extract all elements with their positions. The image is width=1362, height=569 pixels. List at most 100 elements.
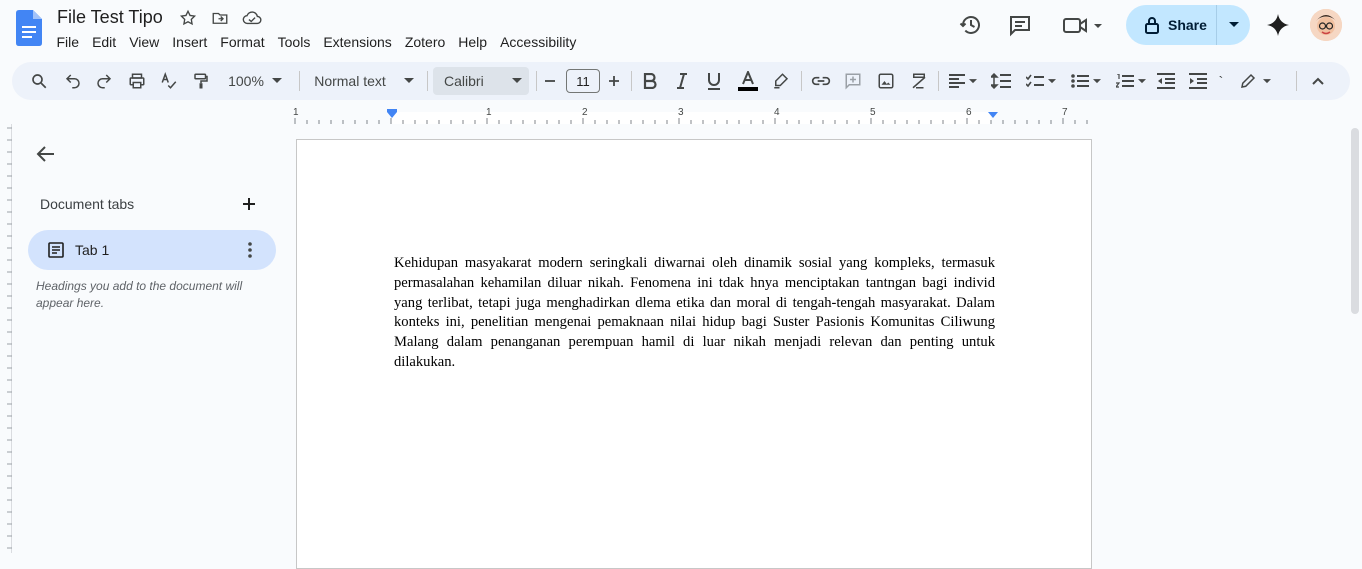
share-dropdown-icon[interactable] <box>1217 22 1250 28</box>
scrollbar[interactable] <box>1348 124 1362 553</box>
checklist-icon <box>1026 74 1044 88</box>
decrease-indent-icon[interactable] <box>1155 62 1177 100</box>
increase-indent-icon[interactable] <box>1187 62 1209 100</box>
clear-formatting-icon[interactable] <box>908 62 930 100</box>
document-title[interactable]: File Test Tipo <box>57 7 163 28</box>
back-arrow-icon[interactable] <box>34 142 58 166</box>
checklist-menu[interactable] <box>1022 62 1060 100</box>
font-dropdown-icon <box>511 78 522 83</box>
undo-icon[interactable] <box>62 62 84 100</box>
divider <box>299 71 300 91</box>
style-dropdown-icon <box>403 78 414 83</box>
text-color-icon[interactable] <box>736 62 760 100</box>
insert-link-icon[interactable] <box>810 62 832 100</box>
move-folder-icon[interactable] <box>210 8 230 28</box>
checklist-dropdown-icon <box>1048 78 1056 83</box>
divider <box>631 71 632 91</box>
line-spacing-icon[interactable] <box>989 62 1013 100</box>
menu-format[interactable]: Format <box>214 32 271 52</box>
zoom-value: 100% <box>228 73 264 89</box>
menu-edit[interactable]: Edit <box>86 32 123 52</box>
numbered-dropdown-icon <box>1138 78 1146 83</box>
italic-icon[interactable] <box>672 62 692 100</box>
more-options-icon[interactable] <box>241 240 259 265</box>
font-size-input[interactable]: 11 <box>566 69 600 93</box>
numbered-list-menu[interactable] <box>1112 62 1150 100</box>
redo-icon[interactable] <box>93 62 115 100</box>
zoom-dropdown-icon <box>271 78 282 83</box>
avatar[interactable] <box>1310 9 1342 41</box>
align-left-icon <box>949 74 965 88</box>
menu-insert[interactable]: Insert <box>166 32 214 52</box>
spellcheck-icon[interactable] <box>158 62 180 100</box>
scrollbar-thumb[interactable] <box>1351 128 1359 314</box>
toolbar: 100% Normal text Calibri 11 ` <box>12 62 1350 100</box>
menu-zotero[interactable]: Zotero <box>398 32 451 52</box>
more-tools-icon[interactable]: ` <box>1216 62 1226 100</box>
insert-image-icon[interactable] <box>875 62 897 100</box>
horizontal-ruler[interactable]: 1 1 2 3 4 5 6 7 <box>291 106 1096 124</box>
star-icon[interactable] <box>178 8 198 28</box>
comments-icon[interactable] <box>1007 12 1033 38</box>
menu-tools[interactable]: Tools <box>271 32 317 52</box>
bulleted-list-icon <box>1071 74 1089 88</box>
pencil-icon <box>1241 73 1256 88</box>
ruler-label: 6 <box>966 107 972 118</box>
sidebar-item-tab-1[interactable]: Tab 1 <box>28 230 276 270</box>
share-label: Share <box>1168 17 1207 33</box>
ruler-label: 1 <box>293 107 299 118</box>
meet-icon[interactable] <box>1062 12 1106 38</box>
ruler-label: 3 <box>678 107 684 118</box>
first-line-indent-marker[interactable] <box>387 109 397 112</box>
gemini-icon[interactable] <box>1265 12 1291 38</box>
menu-file[interactable]: File <box>50 32 86 52</box>
menu-accessibility[interactable]: Accessibility <box>494 32 583 52</box>
cloud-status-icon[interactable] <box>242 8 262 28</box>
print-icon[interactable] <box>126 62 148 100</box>
bulleted-dropdown-icon <box>1093 78 1101 83</box>
share-button[interactable]: Share <box>1126 5 1250 45</box>
document-page[interactable]: Kehidupan masyakarat modern seringkali d… <box>296 139 1092 569</box>
menu-help[interactable]: Help <box>452 32 494 52</box>
add-comment-icon[interactable] <box>842 62 864 100</box>
document-icon <box>48 242 64 263</box>
divider <box>427 71 428 91</box>
collapse-menus-icon[interactable] <box>1308 62 1328 100</box>
add-tab-icon[interactable] <box>240 195 258 213</box>
menu-bar: File Edit View Insert Format Tools Exten… <box>50 32 583 52</box>
ruler-label: 7 <box>1062 107 1068 118</box>
ruler-label: 1 <box>486 107 492 118</box>
share-main[interactable]: Share <box>1126 5 1217 45</box>
paint-format-icon[interactable] <box>190 62 212 100</box>
align-menu[interactable] <box>946 62 980 100</box>
menu-extensions[interactable]: Extensions <box>317 32 398 52</box>
zoom-select[interactable]: 100% <box>220 62 290 100</box>
divider <box>536 71 537 91</box>
numbered-list-icon <box>1116 74 1134 88</box>
divider <box>801 71 802 91</box>
divider <box>1296 71 1297 91</box>
align-dropdown-icon <box>969 78 977 83</box>
outline-hint: Headings you add to the document will ap… <box>36 279 243 310</box>
increase-font-size-icon[interactable] <box>606 62 622 100</box>
body-paragraph[interactable]: Kehidupan masyakarat modern seringkali d… <box>394 254 995 373</box>
highlight-icon[interactable] <box>770 62 792 100</box>
editing-dropdown-icon <box>1263 78 1271 83</box>
search-menus-icon[interactable] <box>27 62 51 100</box>
divider <box>938 71 939 91</box>
docs-logo-icon[interactable] <box>16 10 42 46</box>
style-select[interactable]: Normal text <box>309 62 419 100</box>
ruler-label: 5 <box>870 107 876 118</box>
font-select[interactable]: Calibri <box>433 67 529 95</box>
menu-view[interactable]: View <box>123 32 166 52</box>
font-value: Calibri <box>444 73 484 89</box>
document-tabs-heading: Document tabs <box>40 196 135 212</box>
underline-icon[interactable] <box>704 62 724 100</box>
vertical-ruler[interactable] <box>0 124 12 553</box>
tab-label: Tab 1 <box>75 242 110 258</box>
bulleted-list-menu[interactable] <box>1067 62 1105 100</box>
editing-mode-menu[interactable] <box>1232 62 1278 100</box>
decrease-font-size-icon[interactable] <box>542 62 558 100</box>
version-history-icon[interactable] <box>958 12 984 38</box>
bold-icon[interactable] <box>640 62 660 100</box>
